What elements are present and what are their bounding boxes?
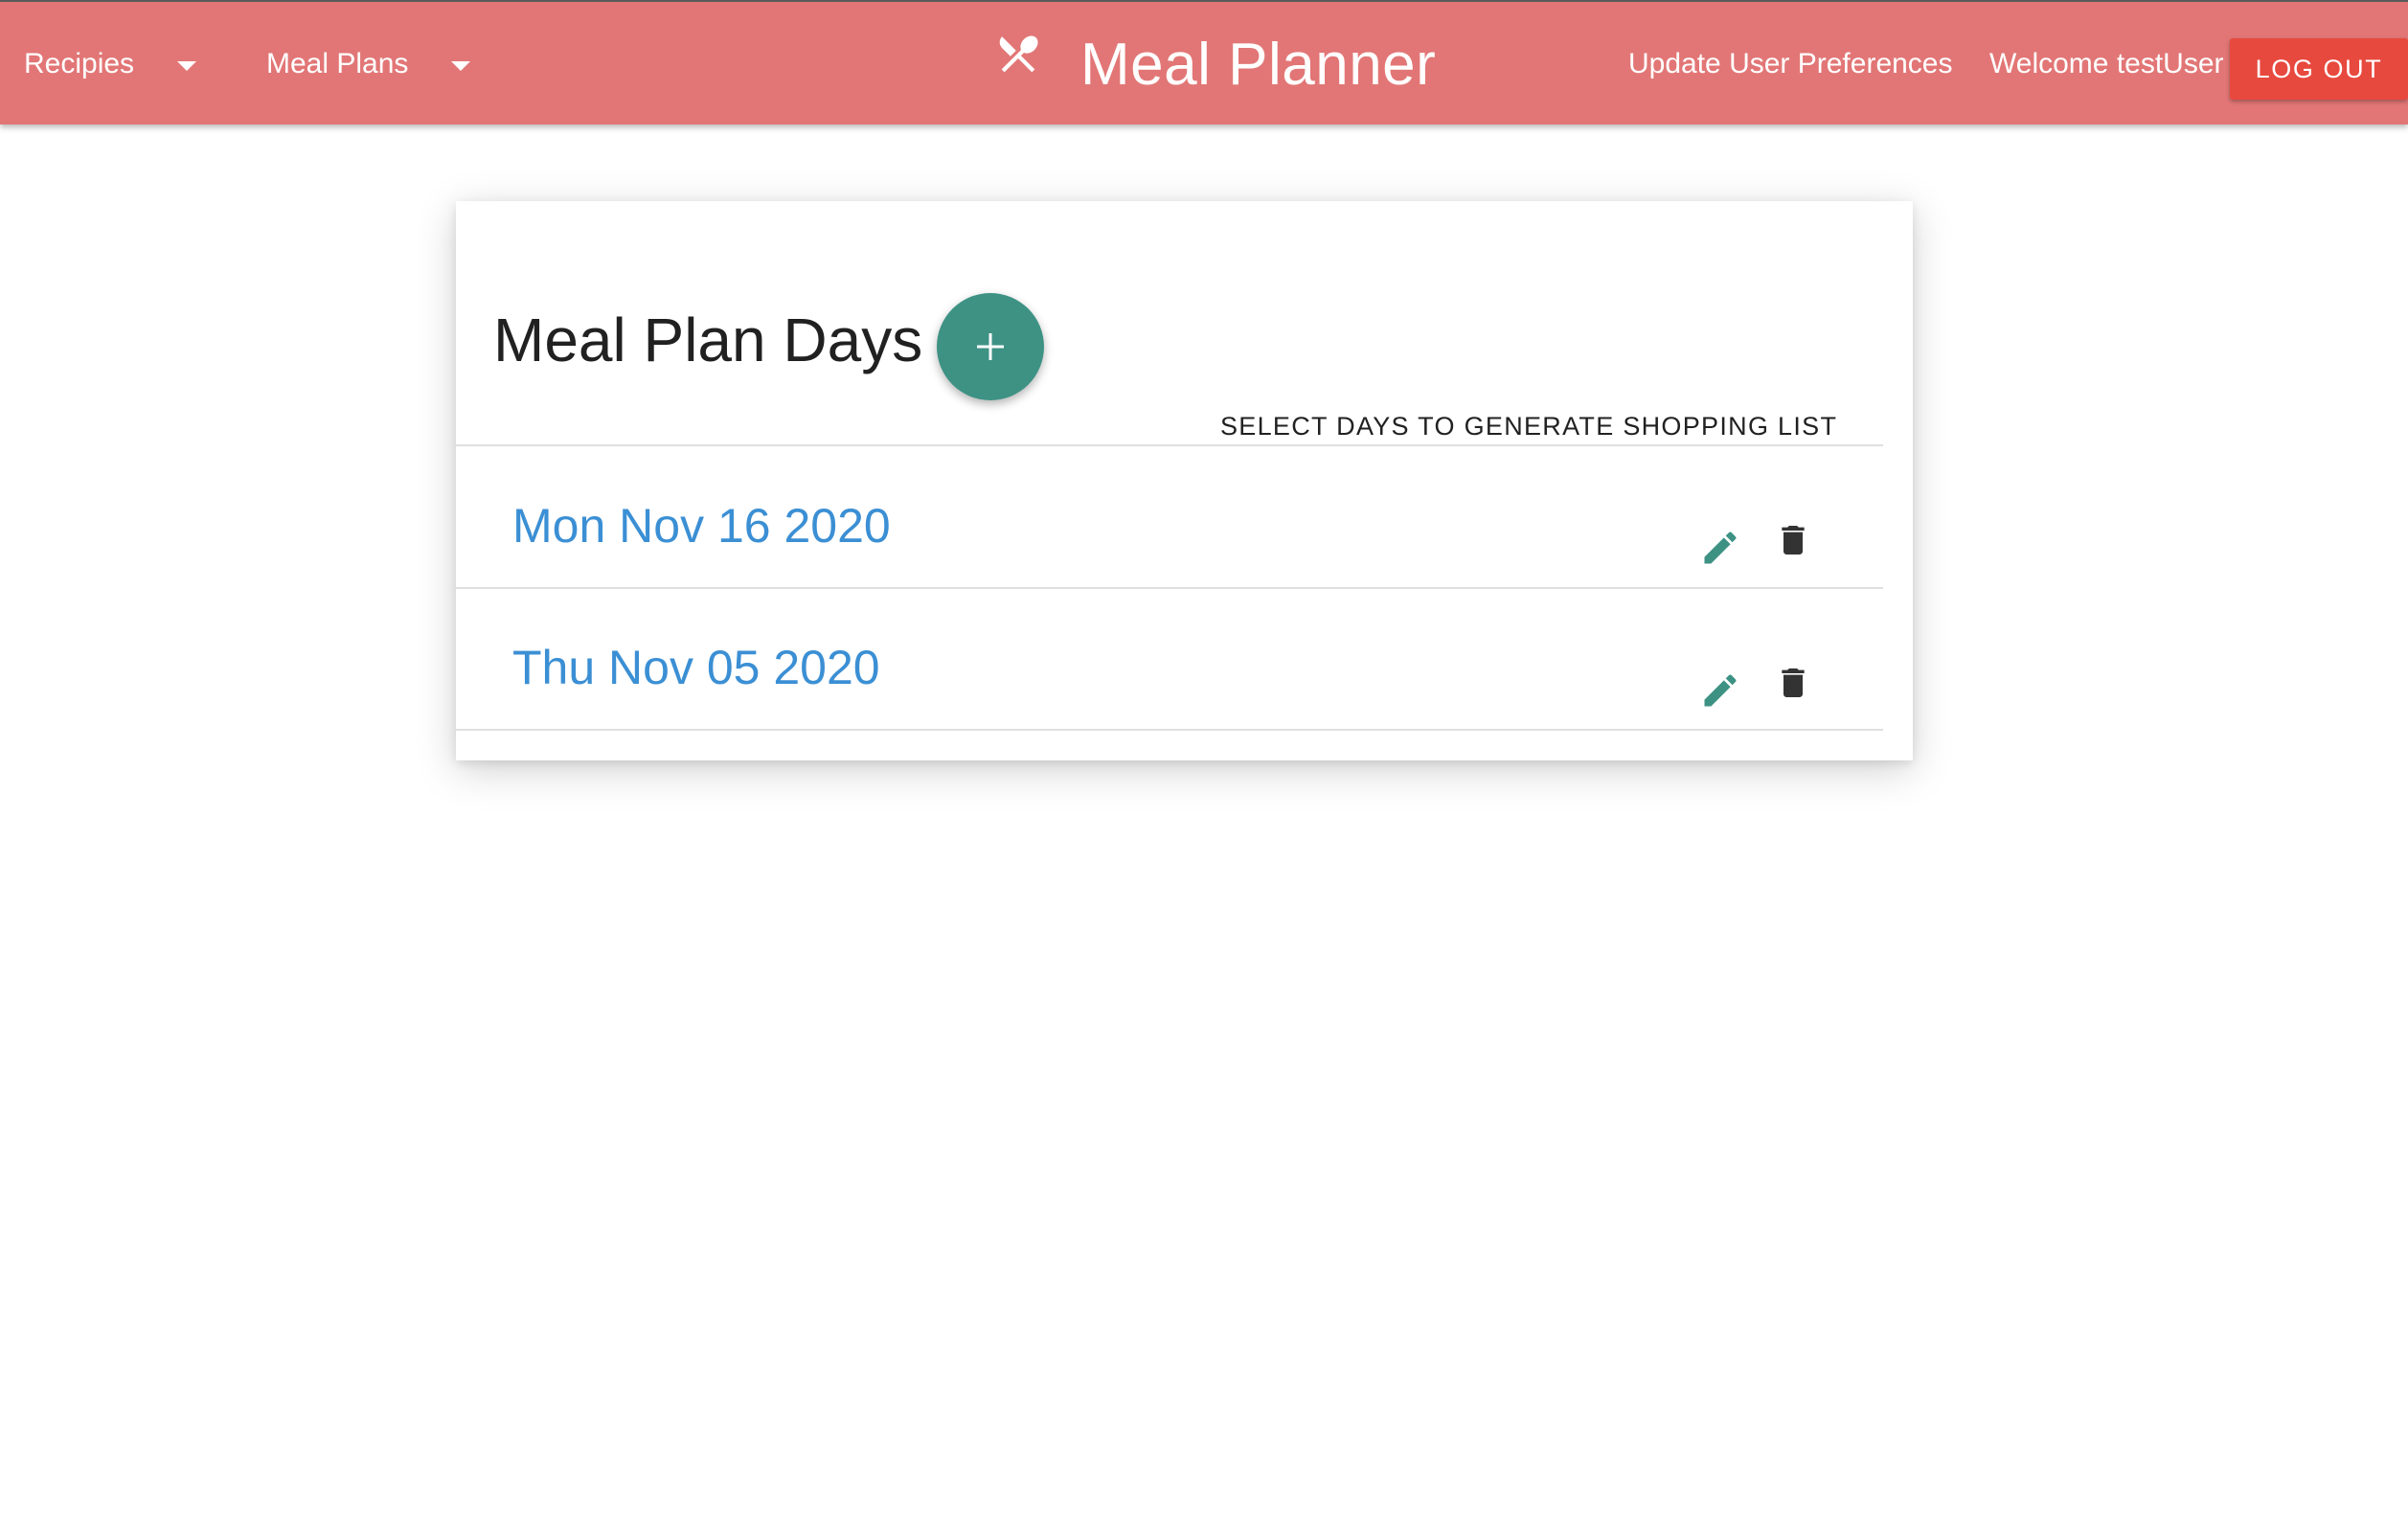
update-preferences-link[interactable]: Update User Preferences: [1628, 2, 1953, 126]
generate-shopping-list-button[interactable]: SELECT DAYS TO GENERATE SHOPPING LIST: [1203, 402, 1854, 450]
caret-down-icon: [451, 61, 470, 71]
meal-plans-dropdown[interactable]: Meal Plans: [266, 2, 470, 126]
day-link[interactable]: Thu Nov 05 2020: [512, 640, 880, 695]
trash-icon[interactable]: [1774, 664, 1812, 702]
list-item: Thu Nov 05 2020: [456, 640, 1883, 780]
app-brand: Meal Planner: [994, 2, 1436, 126]
top-app-bar: Recipies Meal Plans Meal Planner Update …: [0, 0, 2408, 125]
divider: [456, 587, 1883, 589]
page-title: Meal Plan Days: [493, 306, 923, 374]
pencil-icon[interactable]: [1699, 669, 1741, 712]
divider: [456, 729, 1883, 731]
recipes-dropdown-label: Recipies: [24, 48, 135, 79]
divider: [456, 444, 1883, 446]
meal-plan-days-card: Meal Plan Days SELECT DAYS TO GENERATE S…: [456, 201, 1913, 760]
meal-plans-dropdown-label: Meal Plans: [266, 48, 409, 79]
list-item: Mon Nov 16 2020: [456, 498, 1883, 638]
caret-down-icon: [177, 61, 196, 71]
day-link[interactable]: Mon Nov 16 2020: [512, 498, 891, 554]
app-title: Meal Planner: [1080, 31, 1437, 98]
utensils-crossed-icon: [999, 35, 1038, 73]
logout-button[interactable]: LOG OUT: [2230, 38, 2408, 100]
add-day-button[interactable]: [937, 293, 1044, 400]
recipes-dropdown[interactable]: Recipies: [24, 2, 196, 126]
welcome-text: Welcome testUser: [1989, 48, 2224, 79]
pencil-icon[interactable]: [1699, 527, 1741, 569]
trash-icon[interactable]: [1774, 521, 1812, 559]
plus-icon: [977, 333, 1004, 360]
